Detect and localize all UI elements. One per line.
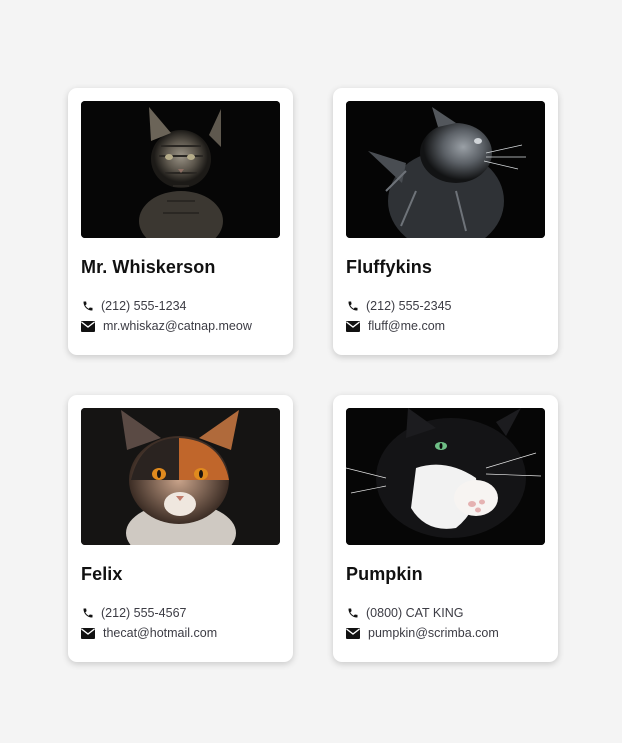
phone-icon bbox=[346, 606, 360, 620]
cat-name: Pumpkin bbox=[346, 564, 423, 584]
phone-icon bbox=[81, 606, 95, 620]
email-row: fluff@me.com bbox=[346, 316, 545, 336]
contact-card: Pumpkin (0800) CAT KING pumpkin@scrimba.… bbox=[333, 395, 558, 662]
envelope-icon bbox=[346, 626, 360, 640]
phone-number[interactable]: (212) 555-4567 bbox=[101, 606, 186, 620]
contact-details: (212) 555-4567 thecat@hotmail.com bbox=[81, 603, 280, 643]
contact-card: Mr. Whiskerson (212) 555-1234 mr.whiskaz… bbox=[68, 88, 293, 355]
email-address[interactable]: pumpkin@scrimba.com bbox=[368, 626, 499, 640]
phone-number[interactable]: (212) 555-2345 bbox=[366, 299, 451, 313]
cat-photo-tabby bbox=[81, 101, 280, 238]
phone-row: (212) 555-4567 bbox=[81, 603, 280, 623]
envelope-icon bbox=[81, 626, 95, 640]
phone-row: (212) 555-2345 bbox=[346, 296, 545, 316]
phone-icon bbox=[81, 299, 95, 313]
contact-card: Felix (212) 555-4567 thecat@hotmail.com bbox=[68, 395, 293, 662]
email-row: thecat@hotmail.com bbox=[81, 623, 280, 643]
cat-name: Mr. Whiskerson bbox=[81, 257, 216, 277]
email-row: pumpkin@scrimba.com bbox=[346, 623, 545, 643]
contact-details: (212) 555-1234 mr.whiskaz@catnap.meow bbox=[81, 296, 280, 336]
cat-photo-gray bbox=[346, 101, 545, 238]
email-address[interactable]: mr.whiskaz@catnap.meow bbox=[103, 319, 252, 333]
cat-photo-tuxedo bbox=[346, 408, 545, 545]
email-address[interactable]: fluff@me.com bbox=[368, 319, 445, 333]
contact-details: (0800) CAT KING pumpkin@scrimba.com bbox=[346, 603, 545, 643]
cat-name: Felix bbox=[81, 564, 123, 584]
cat-photo-calico bbox=[81, 408, 280, 545]
email-address[interactable]: thecat@hotmail.com bbox=[103, 626, 217, 640]
envelope-icon bbox=[346, 319, 360, 333]
contact-card: Fluffykins (212) 555-2345 fluff@me.com bbox=[333, 88, 558, 355]
cat-name: Fluffykins bbox=[346, 257, 433, 277]
phone-row: (0800) CAT KING bbox=[346, 603, 545, 623]
contact-card-grid: Mr. Whiskerson (212) 555-1234 mr.whiskaz… bbox=[0, 0, 622, 743]
phone-number[interactable]: (212) 555-1234 bbox=[101, 299, 186, 313]
phone-row: (212) 555-1234 bbox=[81, 296, 280, 316]
envelope-icon bbox=[81, 319, 95, 333]
email-row: mr.whiskaz@catnap.meow bbox=[81, 316, 280, 336]
phone-icon bbox=[346, 299, 360, 313]
phone-number[interactable]: (0800) CAT KING bbox=[366, 606, 464, 620]
contact-details: (212) 555-2345 fluff@me.com bbox=[346, 296, 545, 336]
